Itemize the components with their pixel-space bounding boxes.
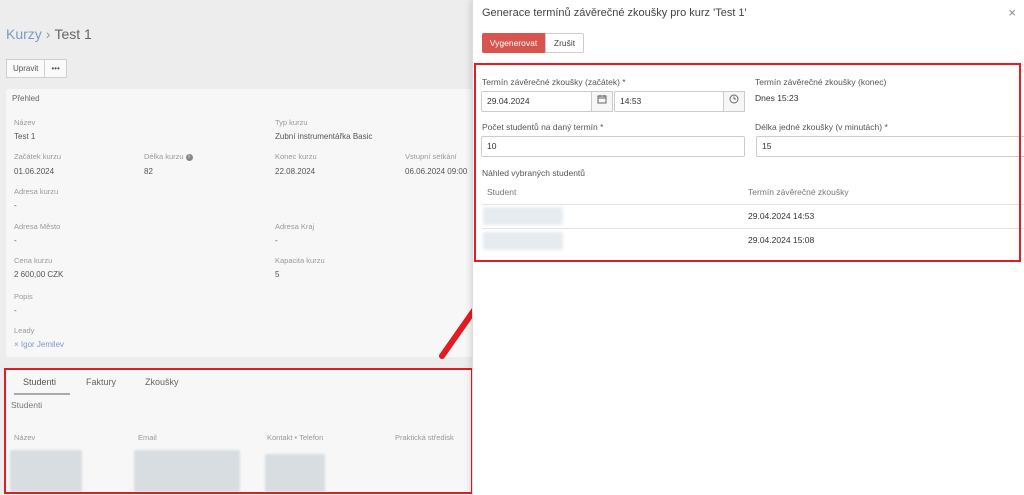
close-icon[interactable]: × [1008,5,1016,20]
dialog-title: Generace termínů závěrečné zkoušky pro k… [482,7,747,19]
cancel-button[interactable]: Zrušit [545,33,584,53]
generate-button[interactable]: Vygenerovat [482,33,545,53]
annotation-box-dialog [474,63,1021,262]
